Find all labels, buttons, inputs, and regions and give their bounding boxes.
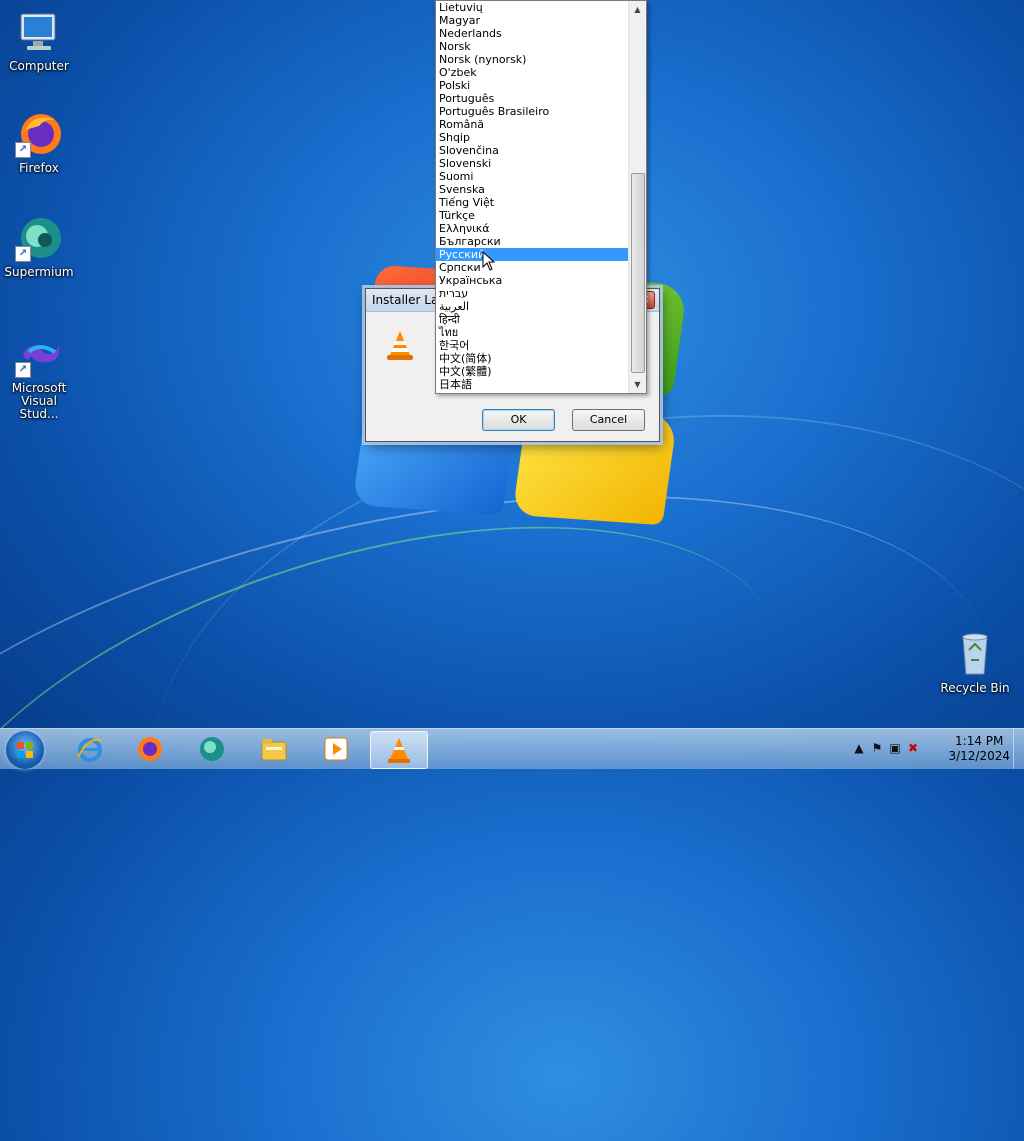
language-option[interactable]: العربية [436,300,629,313]
media-player-icon [322,735,350,763]
supermium-icon: ↗ [15,214,63,262]
language-option[interactable]: Norsk (nynorsk) [436,53,629,66]
language-option[interactable]: Slovenski [436,157,629,170]
supermium-icon [198,735,226,763]
language-options: Lietuvių Magyar Nederlands Norsk Norsk (nyno… [436,1,629,391]
visual-studio-icon: ↗ [15,330,63,378]
recycle-bin-icon [951,630,999,678]
windows-logo-icon [17,742,33,758]
shortcut-arrow-icon: ↗ [15,142,31,158]
language-option-selected[interactable]: Русский [436,248,629,261]
taskbar-firefox[interactable] [122,731,178,767]
network-icon[interactable]: ▣ [888,741,902,755]
volume-muted-icon[interactable]: ✖ [906,741,920,755]
language-option[interactable]: עברית [436,287,629,300]
ok-button[interactable]: OK [482,409,555,431]
language-option[interactable]: Türkçe [436,209,629,222]
desktop-icon-label: Computer [9,59,69,73]
file-explorer-icon [260,735,288,763]
language-option[interactable]: 中文(简体) [436,352,629,365]
language-option[interactable]: Български [436,235,629,248]
desktop-icon-recycle-bin[interactable]: Recycle Bin [937,630,1013,695]
language-option[interactable]: हिन्दी [436,313,629,326]
language-option[interactable]: Svenska [436,183,629,196]
language-option[interactable]: Shqip [436,131,629,144]
shortcut-arrow-icon: ↗ [15,246,31,262]
action-center-flag-icon[interactable]: ⚑ [870,741,884,755]
language-option[interactable]: O'zbek [436,66,629,79]
language-option[interactable]: Português [436,92,629,105]
taskbar-supermium[interactable] [184,731,240,767]
desktop-icon-label: Recycle Bin [940,681,1010,695]
language-option[interactable]: Tiếng Việt [436,196,629,209]
vlc-icon [386,329,414,361]
desktop-icon-supermium[interactable]: ↗ Supermium [1,214,77,279]
scrollbar-thumb[interactable] [631,173,645,373]
internet-explorer-icon [76,735,104,763]
language-option[interactable]: Polski [436,79,629,92]
language-option[interactable]: Română [436,118,629,131]
clock-date: 3/12/2024 [948,749,1010,763]
taskbar-media-player[interactable] [308,731,364,767]
language-option[interactable]: Српски [436,261,629,274]
firefox-icon [136,735,164,763]
desktop-icon-firefox[interactable]: ↗ Firefox [1,110,77,175]
desktop-icon-label: Microsoft Visual Stud... [11,381,67,421]
mouse-cursor-icon [482,251,496,271]
desktop-icon-visual-studio[interactable]: ↗ Microsoft Visual Stud... [1,330,77,421]
language-option[interactable]: Magyar [436,14,629,27]
computer-icon [15,8,63,56]
language-option[interactable]: 한국어 [436,339,629,352]
scroll-up-arrow-icon[interactable]: ▲ [629,1,646,18]
language-option[interactable]: ไทย [436,326,629,339]
desktop-icon-label: Supermium [4,265,74,279]
system-tray: ▲ ⚑ ▣ ✖ 1:14 PM 3/12/2024 [844,729,1024,769]
taskbar-file-explorer[interactable] [246,731,302,767]
vlc-icon [385,736,413,764]
dropdown-scrollbar[interactable]: ▲ ▼ [628,1,646,393]
language-option[interactable]: 中文(繁體) [436,365,629,378]
shortcut-arrow-icon: ↗ [15,362,31,378]
cancel-button[interactable]: Cancel [572,409,645,431]
desktop-icon-label: Firefox [19,161,59,175]
start-button[interactable] [6,731,44,769]
language-option[interactable]: Ελληνικά [436,222,629,235]
firefox-icon: ↗ [15,110,63,158]
language-dropdown-list[interactable]: Lietuvių Magyar Nederlands Norsk Norsk (nyno… [435,0,647,394]
language-option[interactable]: Suomi [436,170,629,183]
taskbar-vlc[interactable] [370,731,428,769]
taskbar-clock[interactable]: 1:14 PM 3/12/2024 [948,734,1010,764]
language-option[interactable]: Norsk [436,40,629,53]
language-option[interactable]: Lietuvių [436,1,629,14]
desktop-icon-computer[interactable]: Computer [1,8,77,73]
language-option[interactable]: Nederlands [436,27,629,40]
taskbar: ▲ ⚑ ▣ ✖ 1:14 PM 3/12/2024 [0,728,1024,769]
clock-time: 1:14 PM [955,734,1004,748]
taskbar-internet-explorer[interactable] [62,731,118,767]
show-hidden-icons-icon[interactable]: ▲ [852,741,866,755]
language-option[interactable]: Slovenčina [436,144,629,157]
language-option[interactable]: Українська [436,274,629,287]
language-option[interactable]: 日本語 [436,378,629,391]
scroll-down-arrow-icon[interactable]: ▼ [629,376,646,393]
language-option[interactable]: Português Brasileiro [436,105,629,118]
show-desktop-button[interactable] [1013,729,1024,769]
